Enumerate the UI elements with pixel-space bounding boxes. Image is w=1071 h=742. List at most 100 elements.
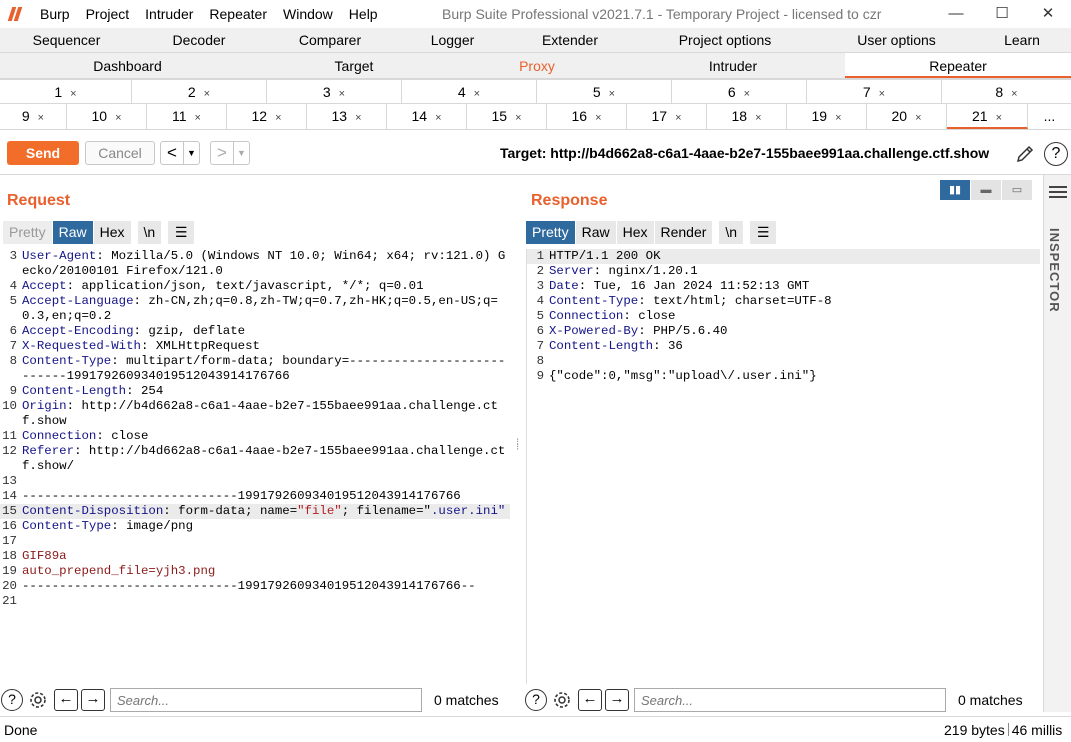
response-menu-icon[interactable]: ☰ [750,221,777,244]
response-mode-hex[interactable]: Hex [616,221,654,244]
request-newline-toggle[interactable]: \n [137,221,162,244]
close-tab-icon[interactable]: × [744,88,750,100]
close-tab-icon[interactable]: × [879,88,885,100]
repeater-tab[interactable]: 8 × [942,80,1071,103]
close-tab-icon[interactable]: × [996,112,1002,124]
close-tab-icon[interactable]: × [675,112,681,124]
close-tab-icon[interactable]: × [204,88,210,100]
inspector-menu-icon[interactable] [1049,186,1067,201]
response-editor[interactable]: 1 HTTP/1.1 200 OK 2 Server: nginx/1.20.1 3 Da… [526,249,1040,684]
maximize-icon[interactable]: ☐ [979,0,1025,28]
help-icon[interactable]: ? [525,689,547,711]
tab-decoder[interactable]: Decoder [133,28,265,52]
close-icon[interactable]: ✕ [1025,0,1071,28]
gear-icon[interactable] [550,688,574,712]
close-tab-icon[interactable]: × [38,112,44,124]
chevron-right-icon[interactable]: > [211,142,233,164]
close-tab-icon[interactable]: × [474,88,480,100]
pencil-icon[interactable] [1014,143,1036,165]
response-search-input[interactable] [634,688,946,712]
repeater-tab[interactable]: 10 × [67,104,147,129]
close-tab-icon[interactable]: × [70,88,76,100]
repeater-tab[interactable]: 19 × [787,104,867,129]
menu-help[interactable]: Help [341,0,386,28]
response-newline-toggle[interactable]: \n [719,221,744,244]
tab-sequencer[interactable]: Sequencer [0,28,133,52]
request-editor[interactable]: 3 User-Agent: Mozilla/5.0 (Windows NT 10.… [0,249,510,684]
close-tab-icon[interactable]: × [339,88,345,100]
repeater-tab[interactable]: 3 × [267,80,402,103]
request-mode-hex[interactable]: Hex [93,221,131,244]
target-url[interactable]: Target: http://b4d662a8-c6a1-4aae-b2e7-1… [500,145,989,161]
response-mode-pretty[interactable]: Pretty [526,221,575,244]
tab-comparer[interactable]: Comparer [265,28,395,52]
request-mode-raw[interactable]: Raw [52,221,93,244]
close-tab-icon[interactable]: × [609,88,615,100]
menu-burp[interactable]: Burp [32,0,78,28]
repeater-tab[interactable]: 20 × [867,104,947,129]
repeater-tab[interactable]: 12 × [227,104,307,129]
repeater-tab-active[interactable]: 21 × [947,104,1028,129]
close-tab-icon[interactable]: × [275,112,281,124]
repeater-tab[interactable]: 13 × [307,104,387,129]
chevron-left-icon[interactable]: < [161,142,183,164]
search-prev-button[interactable]: ← [578,689,602,711]
history-back-button[interactable]: < ▼ [160,141,200,165]
request-mode-pretty[interactable]: Pretty [3,221,52,244]
close-tab-icon[interactable]: × [915,112,921,124]
tab-repeater[interactable]: Repeater [845,53,1071,78]
layout-stacked-icon[interactable]: ▬ [971,180,1001,200]
tab-project-options[interactable]: Project options [630,28,820,52]
menu-repeater[interactable]: Repeater [201,0,275,28]
repeater-tab[interactable]: 9 × [0,104,67,129]
close-tab-icon[interactable]: × [595,112,601,124]
close-tab-icon[interactable]: × [1011,88,1017,100]
tab-dashboard[interactable]: Dashboard [0,53,255,78]
repeater-tab[interactable]: 18 × [707,104,787,129]
tab-proxy[interactable]: Proxy [453,53,621,78]
send-button[interactable]: Send [7,141,79,165]
repeater-tab[interactable]: 14 × [387,104,467,129]
tab-learn[interactable]: Learn [973,28,1071,52]
search-next-button[interactable]: → [81,689,105,711]
menu-window[interactable]: Window [275,0,341,28]
close-tab-icon[interactable]: × [755,112,761,124]
tab-target[interactable]: Target [255,53,453,78]
close-tab-icon[interactable]: × [835,112,841,124]
layout-side-by-side-icon[interactable]: ▮▮ [940,180,970,200]
search-next-button[interactable]: → [605,689,629,711]
gear-icon[interactable] [26,688,50,712]
repeater-tab[interactable]: 17 × [627,104,707,129]
tab-logger[interactable]: Logger [395,28,510,52]
help-icon[interactable]: ? [1044,142,1068,166]
help-icon[interactable]: ? [1,689,23,711]
repeater-tab[interactable]: 15 × [467,104,547,129]
repeater-tab[interactable]: 11 × [147,104,227,129]
tab-user-options[interactable]: User options [820,28,973,52]
close-tab-icon[interactable]: × [355,112,361,124]
repeater-tab[interactable]: 6 × [672,80,807,103]
repeater-tab[interactable]: 7 × [807,80,942,103]
tab-intruder[interactable]: Intruder [621,53,845,78]
menu-project[interactable]: Project [78,0,138,28]
response-mode-render[interactable]: Render [654,221,713,244]
inspector-label[interactable]: INSPECTOR [1047,228,1062,313]
request-menu-icon[interactable]: ☰ [168,221,195,244]
repeater-tab[interactable]: 5 × [537,80,672,103]
close-tab-icon[interactable]: × [195,112,201,124]
repeater-tab[interactable]: 2 × [132,80,267,103]
repeater-tab-overflow[interactable]: ... [1028,104,1071,129]
layout-tabs-icon[interactable]: ▭ [1002,180,1032,200]
close-tab-icon[interactable]: × [435,112,441,124]
cancel-button[interactable]: Cancel [85,141,155,165]
repeater-tab[interactable]: 4 × [402,80,537,103]
close-tab-icon[interactable]: × [515,112,521,124]
repeater-tab[interactable]: 16 × [547,104,627,129]
response-mode-raw[interactable]: Raw [575,221,616,244]
tab-extender[interactable]: Extender [510,28,630,52]
chevron-down-icon[interactable]: ▼ [183,142,199,164]
chevron-down-icon[interactable]: ▼ [233,142,249,164]
history-forward-button[interactable]: > ▼ [210,141,250,165]
search-prev-button[interactable]: ← [54,689,78,711]
close-tab-icon[interactable]: × [115,112,121,124]
